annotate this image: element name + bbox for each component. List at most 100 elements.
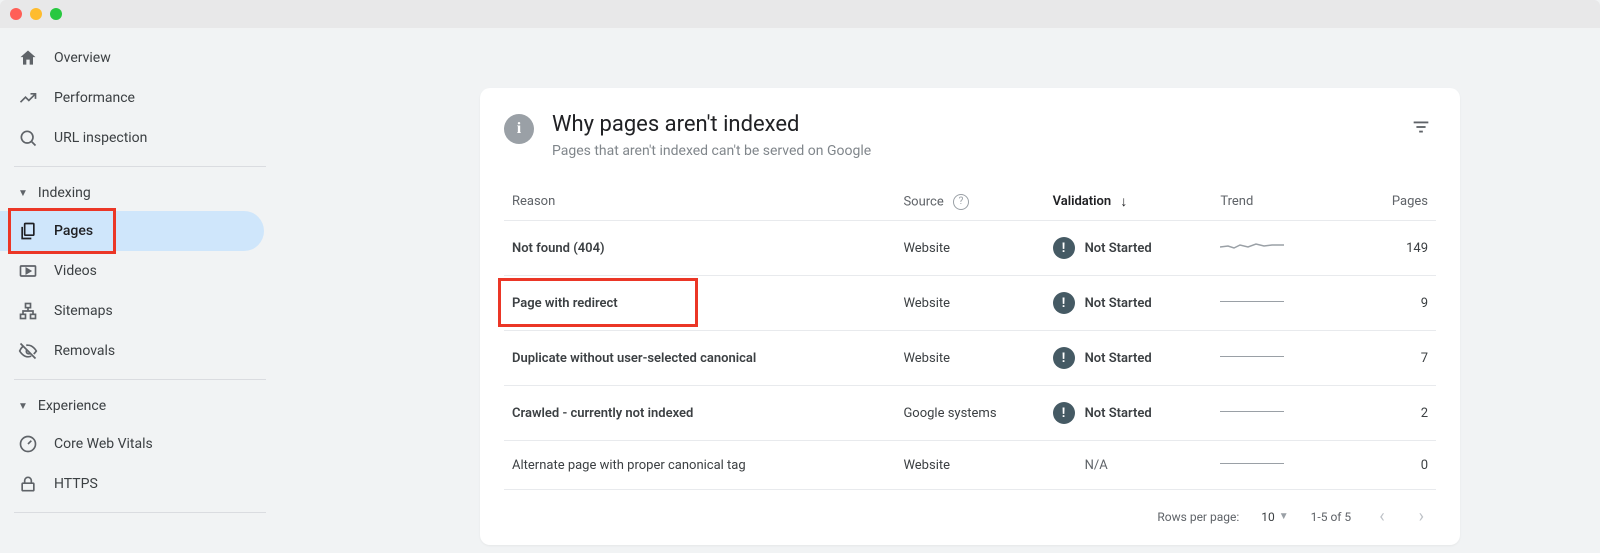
- card-subtitle: Pages that aren't indexed can't be serve…: [552, 143, 871, 159]
- hidden-icon: [18, 341, 38, 361]
- traffic-lights: [10, 8, 62, 20]
- sparkline-icon: [1220, 457, 1284, 469]
- sidebar-item-pages[interactable]: Pages: [0, 211, 264, 251]
- video-icon: [18, 261, 38, 281]
- sitemap-icon: [18, 301, 38, 321]
- sparkline-icon: [1220, 295, 1284, 307]
- sidebar-item-label: Removals: [54, 343, 115, 359]
- sidebar-item-https[interactable]: HTTPS: [0, 464, 280, 504]
- sidebar-item-removals[interactable]: Removals: [0, 331, 280, 371]
- main-content: i Why pages aren't indexed Pages that ar…: [280, 28, 1600, 553]
- sidebar-item-label: Pages: [54, 223, 93, 239]
- table-row[interactable]: Crawled - currently not indexedGoogle sy…: [504, 386, 1436, 441]
- sidebar-item-performance[interactable]: Performance: [0, 78, 280, 118]
- source-cell: Website: [895, 441, 1044, 490]
- sidebar-item-label: Performance: [54, 90, 135, 106]
- sidebar-section-indexing[interactable]: ▼ Indexing: [0, 175, 280, 211]
- filter-button[interactable]: [1406, 112, 1436, 146]
- pages-cell: 2: [1343, 386, 1436, 441]
- rows-per-page-select[interactable]: 10 ▼: [1261, 510, 1288, 524]
- next-page-button[interactable]: ›: [1413, 504, 1430, 529]
- pages-cell: 9: [1343, 276, 1436, 331]
- source-cell: Website: [895, 276, 1044, 331]
- reason-cell: Not found (404): [504, 221, 895, 276]
- card-title: Why pages aren't indexed: [552, 112, 871, 137]
- validation-cell: !Not Started: [1045, 331, 1213, 386]
- rows-per-page-label: Rows per page:: [1157, 510, 1239, 524]
- sidebar: Overview Performance URL inspection ▼ In…: [0, 28, 280, 553]
- section-label: Indexing: [38, 185, 91, 201]
- exclamation-icon: !: [1053, 292, 1075, 314]
- exclamation-icon: !: [1053, 347, 1075, 369]
- sparkline-icon: [1220, 350, 1284, 362]
- sidebar-item-overview[interactable]: Overview: [0, 38, 280, 78]
- table-row[interactable]: Duplicate without user-selected canonica…: [504, 331, 1436, 386]
- validation-cell: N/A: [1045, 441, 1213, 490]
- sidebar-item-label: Core Web Vitals: [54, 436, 153, 452]
- sidebar-item-sitemaps[interactable]: Sitemaps: [0, 291, 280, 331]
- info-icon: i: [504, 114, 534, 144]
- trend-cell: [1212, 441, 1342, 490]
- pages-cell: 149: [1343, 221, 1436, 276]
- sort-desc-icon: ↓: [1120, 194, 1127, 210]
- col-source[interactable]: Source ?: [895, 183, 1044, 221]
- sidebar-item-core-web-vitals[interactable]: Core Web Vitals: [0, 424, 280, 464]
- table-row[interactable]: Not found (404)Website!Not Started 149: [504, 221, 1436, 276]
- source-cell: Website: [895, 221, 1044, 276]
- source-cell: Google systems: [895, 386, 1044, 441]
- exclamation-icon: !: [1053, 237, 1075, 259]
- sidebar-section-experience[interactable]: ▼ Experience: [0, 388, 280, 424]
- caret-down-icon: ▼: [18, 401, 28, 412]
- reason-cell: Page with redirect: [504, 276, 895, 331]
- window-titlebar: [0, 0, 1600, 28]
- trend-icon: [18, 88, 38, 108]
- minimize-window-button[interactable]: [30, 8, 42, 20]
- gauge-icon: [18, 434, 38, 454]
- caret-down-icon: ▼: [18, 188, 28, 199]
- pager: Rows per page: 10 ▼ 1-5 of 5 ‹ ›: [504, 490, 1436, 533]
- search-icon: [18, 128, 38, 148]
- help-icon[interactable]: ?: [953, 194, 969, 210]
- sparkline-icon: [1220, 240, 1284, 252]
- source-cell: Website: [895, 331, 1044, 386]
- caret-down-icon: ▼: [1279, 511, 1289, 522]
- validation-cell: !Not Started: [1045, 221, 1213, 276]
- home-icon: [18, 48, 38, 68]
- validation-cell: !Not Started: [1045, 276, 1213, 331]
- maximize-window-button[interactable]: [50, 8, 62, 20]
- exclamation-icon: !: [1053, 402, 1075, 424]
- divider: [14, 166, 266, 167]
- divider: [14, 379, 266, 380]
- card-header: i Why pages aren't indexed Pages that ar…: [504, 112, 1436, 159]
- sidebar-item-label: URL inspection: [54, 130, 147, 146]
- col-reason[interactable]: Reason: [504, 183, 895, 221]
- reason-cell: Duplicate without user-selected canonica…: [504, 331, 895, 386]
- pages-cell: 7: [1343, 331, 1436, 386]
- reasons-card: i Why pages aren't indexed Pages that ar…: [480, 88, 1460, 545]
- sidebar-item-label: Sitemaps: [54, 303, 113, 319]
- trend-cell: [1212, 386, 1342, 441]
- col-trend[interactable]: Trend: [1212, 183, 1342, 221]
- sidebar-item-label: Overview: [54, 50, 111, 66]
- col-validation[interactable]: Validation ↓: [1045, 183, 1213, 221]
- table-row[interactable]: Page with redirectWebsite!Not Started 9: [504, 276, 1436, 331]
- table-row[interactable]: Alternate page with proper canonical tag…: [504, 441, 1436, 490]
- prev-page-button[interactable]: ‹: [1373, 504, 1390, 529]
- pages-icon: [18, 221, 38, 241]
- reason-cell: Alternate page with proper canonical tag: [504, 441, 895, 490]
- sidebar-item-label: HTTPS: [54, 476, 98, 492]
- trend-cell: [1212, 221, 1342, 276]
- reasons-table: Reason Source ? Validation ↓ Trend Pages: [504, 183, 1436, 490]
- col-pages[interactable]: Pages: [1343, 183, 1436, 221]
- reason-cell: Crawled - currently not indexed: [504, 386, 895, 441]
- close-window-button[interactable]: [10, 8, 22, 20]
- sidebar-item-url-inspection[interactable]: URL inspection: [0, 118, 280, 158]
- sidebar-item-label: Videos: [54, 263, 97, 279]
- trend-cell: [1212, 276, 1342, 331]
- page-range: 1-5 of 5: [1311, 510, 1352, 524]
- sidebar-item-videos[interactable]: Videos: [0, 251, 280, 291]
- pages-cell: 0: [1343, 441, 1436, 490]
- trend-cell: [1212, 331, 1342, 386]
- sparkline-icon: [1220, 405, 1284, 417]
- lock-icon: [18, 474, 38, 494]
